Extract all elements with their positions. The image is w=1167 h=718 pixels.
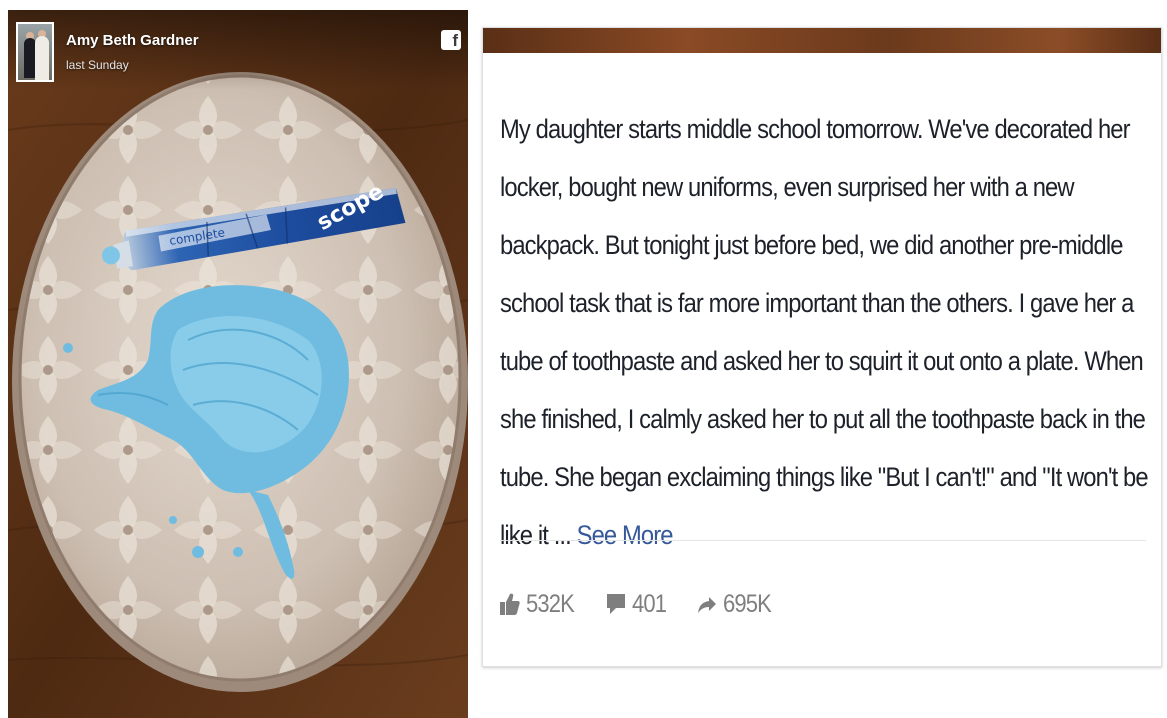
shares-count: 695K xyxy=(723,589,772,618)
author-avatar[interactable] xyxy=(16,22,54,82)
likes-stat[interactable]: 532K xyxy=(500,590,580,619)
likes-count: 532K xyxy=(526,589,575,618)
thumbs-up-icon xyxy=(500,593,520,615)
comments-count: 401 xyxy=(632,589,667,618)
author-name[interactable]: Amy Beth Gardner xyxy=(66,32,199,49)
engagement-stats: 532K 401 695K xyxy=(500,586,804,622)
comment-icon xyxy=(607,594,626,614)
post-body-text: My daughter starts middle school tomorro… xyxy=(500,114,1149,550)
facebook-icon[interactable]: f xyxy=(441,30,461,50)
post-photo[interactable]: scope complete Amy Beth Gardner last Sun… xyxy=(8,10,468,718)
card-top-bar xyxy=(483,28,1161,53)
see-more-link[interactable]: See More xyxy=(577,520,674,550)
post-card: My daughter starts middle school tomorro… xyxy=(482,27,1162,667)
shares-stat[interactable]: 695K xyxy=(697,590,777,619)
toothpaste-plate-photo: scope complete xyxy=(8,10,468,718)
stats-divider xyxy=(500,540,1146,541)
photo-header-overlay xyxy=(8,10,468,90)
post-body: My daughter starts middle school tomorro… xyxy=(500,100,1151,564)
comments-stat[interactable]: 401 xyxy=(606,590,671,619)
post-timestamp[interactable]: last Sunday xyxy=(66,58,129,72)
screenshot-root: scope complete Amy Beth Gardner last Sun… xyxy=(0,0,1167,718)
share-arrow-icon xyxy=(698,597,717,613)
